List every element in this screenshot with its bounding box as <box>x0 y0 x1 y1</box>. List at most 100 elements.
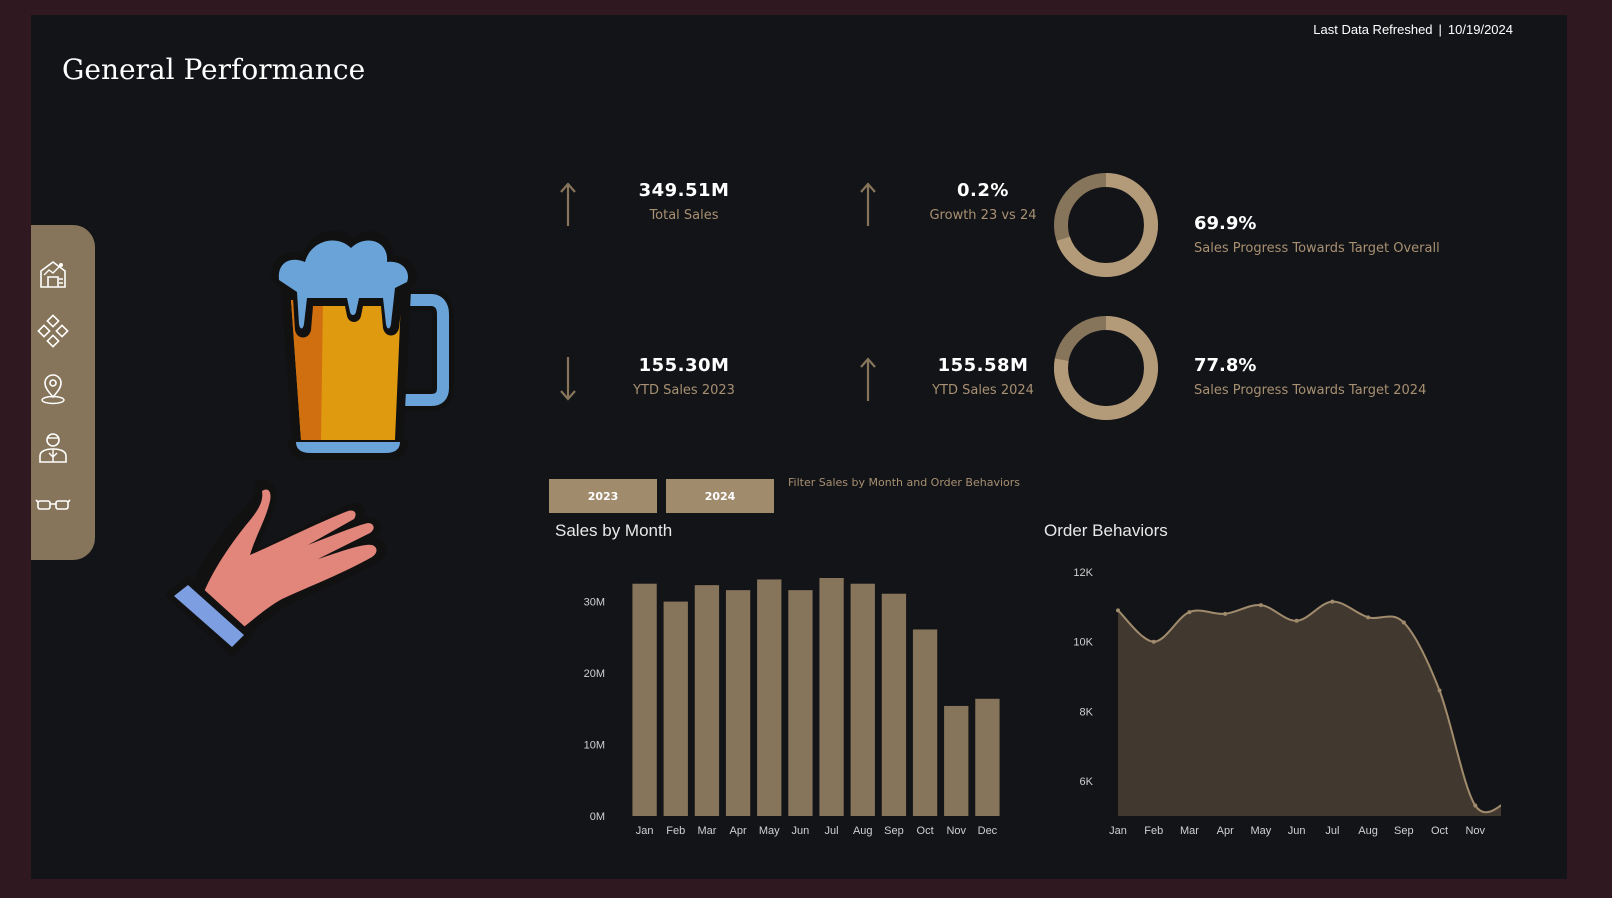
y-tick-label: 30M <box>584 597 605 609</box>
person-icon <box>39 433 67 463</box>
refresh-separator: | <box>1438 22 1442 37</box>
glasses-icon <box>35 499 71 510</box>
kpi-total-sales-value: 349.51M <box>638 180 730 201</box>
kpi-ytd-2024-label: YTD Sales 2024 <box>932 383 1034 398</box>
y-tick-label: 20M <box>584 668 605 680</box>
point-aug[interactable] <box>1366 615 1371 620</box>
point-nov[interactable] <box>1473 803 1478 808</box>
x-tick-label: Apr <box>1217 825 1234 837</box>
last-refresh-info: Last Data Refreshed | 10/19/2024 <box>1313 22 1513 37</box>
arrow-down-icon <box>560 357 576 401</box>
y-tick-label: 0M <box>590 811 605 823</box>
progress-overall-value: 69.9% <box>1194 213 1257 234</box>
point-feb[interactable] <box>1151 639 1156 644</box>
kpi-ytd-2024: 155.58M YTD Sales 2024 <box>858 355 1048 415</box>
x-tick-label: Jan <box>1109 825 1127 837</box>
bar-may[interactable] <box>757 579 782 816</box>
bar-feb[interactable] <box>663 601 688 816</box>
nav-details-button[interactable] <box>35 487 71 523</box>
bar-apr[interactable] <box>725 590 751 816</box>
progress-2024-label: Sales Progress Towards Target 2024 <box>1194 383 1427 398</box>
progress-donut-2024 <box>1054 316 1158 420</box>
kpi-ytd-2023: 155.30M YTD Sales 2023 <box>558 355 748 415</box>
area-fill <box>1118 601 1501 816</box>
order-behaviors-chart: 6K 8K 10K 12K Jan Feb Mar Apr May Jun Jul Aug Sep Oct… <box>1073 567 1501 837</box>
x-tick-label: May <box>1251 825 1272 837</box>
x-tick-label: May <box>759 825 780 837</box>
bar-jun[interactable] <box>788 590 813 816</box>
refresh-date: 10/19/2024 <box>1447 22 1513 37</box>
x-tick-label: Dec <box>978 825 998 837</box>
bar-dec[interactable] <box>975 698 1000 816</box>
nav-products-button[interactable] <box>35 313 71 349</box>
refresh-label: Last Data Refreshed <box>1313 22 1433 37</box>
x-tick-label: Jul <box>1325 825 1339 837</box>
order-behaviors-title: Order Behaviors <box>1044 521 1168 540</box>
filter-hint-label: Filter Sales by Month and Order Behavior… <box>788 476 1020 489</box>
point-may[interactable] <box>1258 603 1263 608</box>
point-jan[interactable] <box>1116 608 1120 613</box>
progress-donut-overall <box>1054 173 1158 277</box>
filter-2023-button[interactable]: 2023 <box>549 479 657 513</box>
x-tick-label: Sep <box>884 825 904 837</box>
x-tick-label: Mar <box>697 825 716 837</box>
y-tick-label: 10K <box>1073 637 1093 649</box>
point-mar[interactable] <box>1187 610 1192 615</box>
point-oct[interactable] <box>1437 688 1442 693</box>
x-tick-label: Feb <box>666 825 685 837</box>
arrow-up-icon <box>860 357 876 401</box>
x-tick-label: Jan <box>636 825 654 837</box>
x-tick-label: Nov <box>946 825 966 837</box>
kpi-ytd-2023-label: YTD Sales 2023 <box>633 383 735 398</box>
x-tick-label: Jun <box>1288 825 1306 837</box>
x-tick-label: Mar <box>1180 825 1199 837</box>
hand-illustration <box>164 479 387 657</box>
dashboard-panel: Last Data Refreshed | 10/19/2024 General P… <box>31 15 1567 879</box>
x-tick-label: Aug <box>1358 825 1378 837</box>
point-jun[interactable] <box>1294 618 1299 623</box>
nav-location-button[interactable] <box>35 371 71 407</box>
bar-sep[interactable] <box>881 593 907 816</box>
y-tick-label: 8K <box>1080 706 1094 718</box>
bar-oct[interactable] <box>912 629 938 816</box>
x-tick-label: Oct <box>1431 825 1448 837</box>
x-tick-label: Sep <box>1394 825 1414 837</box>
kpi-growth-value: 0.2% <box>957 180 1009 201</box>
location-pin-icon <box>41 374 65 405</box>
filter-2024-button[interactable]: 2024 <box>666 479 774 513</box>
progress-overall-label: Sales Progress Towards Target Overall <box>1194 241 1440 256</box>
x-tick-label: Jun <box>792 825 810 837</box>
arrow-up-icon <box>860 182 876 226</box>
bar-aug[interactable] <box>850 583 875 816</box>
point-apr[interactable] <box>1223 611 1228 616</box>
x-tick-label: Oct <box>917 825 934 837</box>
point-jul[interactable] <box>1330 599 1335 604</box>
bar-nov[interactable] <box>944 705 969 816</box>
x-tick-label: Apr <box>730 825 747 837</box>
nav-customers-button[interactable] <box>35 429 71 465</box>
arrow-up-icon <box>560 182 576 226</box>
page-title: General Performance <box>62 53 366 86</box>
bar-mar[interactable] <box>694 585 720 816</box>
y-tick-label: 12K <box>1073 567 1093 579</box>
kpi-ytd-2023-value: 155.30M <box>638 355 730 376</box>
x-tick-label: Nov <box>1465 825 1485 837</box>
progress-2024-value: 77.8% <box>1194 355 1257 376</box>
bar-jul[interactable] <box>819 578 844 816</box>
y-tick-label: 10M <box>584 740 605 752</box>
kpi-total-sales: 349.51M Total Sales <box>558 180 748 240</box>
beer-mug-illustration <box>270 230 454 460</box>
x-tick-label: Aug <box>853 825 873 837</box>
y-tick-label: 6K <box>1080 776 1094 788</box>
point-sep[interactable] <box>1401 620 1406 625</box>
kpi-total-sales-label: Total Sales <box>649 208 719 223</box>
kpi-growth: 0.2% Growth 23 vs 24 <box>858 180 1048 240</box>
bar-jan[interactable] <box>632 583 657 816</box>
kpi-growth-label: Growth 23 vs 24 <box>929 208 1037 223</box>
sales-by-month-chart: 0M 10M 20M 30M Jan Feb Mar Apr May Jun Jul Aug Sep Oc… <box>584 578 1000 837</box>
nav-home-button[interactable] <box>35 255 71 291</box>
kpi-ytd-2024-value: 155.58M <box>937 355 1029 376</box>
diamonds-icon <box>37 314 69 348</box>
home-analytics-icon <box>40 261 66 288</box>
sales-by-month-title: Sales by Month <box>555 521 673 540</box>
